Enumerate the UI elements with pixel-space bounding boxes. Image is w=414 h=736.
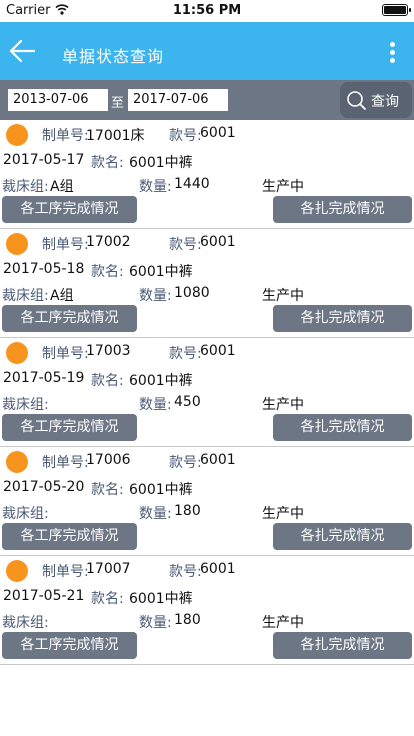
more-menu-icon[interactable] bbox=[390, 42, 396, 64]
style-number-label: 款号: bbox=[169, 346, 202, 362]
style-name: 6001中裤 bbox=[129, 482, 193, 498]
quantity: 450 bbox=[174, 394, 201, 410]
production-status: 生产中 bbox=[262, 179, 304, 195]
order-date: 2017-05-17 bbox=[3, 152, 85, 168]
process-completion-button[interactable]: 各工序完成情况 bbox=[2, 305, 137, 332]
style-name-label: 款名: bbox=[91, 264, 124, 280]
bundle-completion-button[interactable]: 各扎完成情况 bbox=[273, 305, 412, 332]
order-number-label: 制单号: bbox=[42, 564, 89, 580]
style-number: 6001 bbox=[200, 234, 236, 250]
bundle-completion-button[interactable]: 各扎完成情况 bbox=[273, 632, 412, 659]
style-number: 6001 bbox=[200, 452, 236, 468]
order-number: 17001床 bbox=[86, 128, 145, 144]
style-name-label: 款名: bbox=[91, 591, 124, 607]
order-record: 制单号: 17001床 款号: 6001 2017-05-17 款名: 6001… bbox=[0, 120, 414, 229]
production-status: 生产中 bbox=[262, 506, 304, 522]
start-date-input[interactable] bbox=[8, 89, 108, 111]
order-record: 制单号: 17003 款号: 6001 2017-05-19 款名: 6001中… bbox=[0, 338, 414, 447]
cutting-group: A组 bbox=[50, 179, 74, 195]
navigation-bar: 单据状态查询 bbox=[0, 22, 414, 80]
order-number: 17002 bbox=[86, 234, 131, 250]
style-name: 6001中裤 bbox=[129, 591, 193, 607]
order-list: 制单号: 17001床 款号: 6001 2017-05-17 款名: 6001… bbox=[0, 120, 414, 665]
style-name-label: 款名: bbox=[91, 155, 124, 171]
end-date-input[interactable] bbox=[128, 89, 228, 111]
process-completion-button[interactable]: 各工序完成情况 bbox=[2, 523, 137, 550]
quantity: 1080 bbox=[174, 285, 210, 301]
quantity: 180 bbox=[174, 612, 201, 628]
quantity: 1440 bbox=[174, 176, 210, 192]
style-number: 6001 bbox=[200, 343, 236, 359]
order-date: 2017-05-18 bbox=[3, 261, 85, 277]
order-record: 制单号: 17007 款号: 6001 2017-05-21 款名: 6001中… bbox=[0, 556, 414, 665]
order-record: 制单号: 17002 款号: 6001 2017-05-18 款名: 6001中… bbox=[0, 229, 414, 338]
style-number: 6001 bbox=[200, 125, 236, 141]
status-dot-icon bbox=[6, 233, 28, 255]
quantity-label: 数量: bbox=[139, 288, 172, 304]
process-completion-button[interactable]: 各工序完成情况 bbox=[2, 632, 137, 659]
cutting-group: A组 bbox=[50, 288, 74, 304]
status-dot-icon bbox=[6, 124, 28, 146]
cutting-group-label: 裁床组: bbox=[2, 179, 49, 195]
order-number: 17006 bbox=[86, 452, 131, 468]
quantity: 180 bbox=[174, 503, 201, 519]
style-name: 6001中裤 bbox=[129, 155, 193, 171]
status-dot-icon bbox=[6, 451, 28, 473]
clock: 11:56 PM bbox=[172, 3, 242, 18]
bundle-completion-button[interactable]: 各扎完成情况 bbox=[273, 196, 412, 223]
order-number-label: 制单号: bbox=[42, 455, 89, 471]
style-number-label: 款号: bbox=[169, 564, 202, 580]
style-number: 6001 bbox=[200, 561, 236, 577]
status-dot-icon bbox=[6, 560, 28, 582]
quantity-label: 数量: bbox=[139, 397, 172, 413]
quantity-label: 数量: bbox=[139, 615, 172, 631]
date-range-separator: 至 bbox=[111, 96, 125, 111]
page-title: 单据状态查询 bbox=[62, 47, 165, 66]
style-number-label: 款号: bbox=[169, 128, 202, 144]
order-number-label: 制单号: bbox=[42, 346, 89, 362]
style-name: 6001中裤 bbox=[129, 264, 193, 280]
cutting-group-label: 裁床组: bbox=[2, 397, 49, 413]
quantity-label: 数量: bbox=[139, 506, 172, 522]
order-number: 17007 bbox=[86, 561, 131, 577]
style-name-label: 款名: bbox=[91, 482, 124, 498]
back-arrow-icon[interactable] bbox=[8, 38, 36, 64]
style-name: 6001中裤 bbox=[129, 373, 193, 389]
style-name-label: 款名: bbox=[91, 373, 124, 389]
order-date: 2017-05-19 bbox=[3, 370, 85, 386]
order-number: 17003 bbox=[86, 343, 131, 359]
status-bar: Carrier 11:56 PM bbox=[0, 0, 414, 22]
date-search-bar: 至 查询 bbox=[0, 80, 414, 120]
search-button[interactable]: 查询 bbox=[340, 82, 412, 118]
process-completion-button[interactable]: 各工序完成情况 bbox=[2, 196, 137, 223]
order-record: 制单号: 17006 款号: 6001 2017-05-20 款名: 6001中… bbox=[0, 447, 414, 556]
order-date: 2017-05-21 bbox=[3, 588, 85, 604]
production-status: 生产中 bbox=[262, 397, 304, 413]
order-number-label: 制单号: bbox=[42, 237, 89, 253]
quantity-label: 数量: bbox=[139, 179, 172, 195]
production-status: 生产中 bbox=[262, 615, 304, 631]
process-completion-button[interactable]: 各工序完成情况 bbox=[2, 414, 137, 441]
battery-icon bbox=[382, 4, 411, 16]
order-number-label: 制单号: bbox=[42, 128, 89, 144]
production-status: 生产中 bbox=[262, 288, 304, 304]
cutting-group-label: 裁床组: bbox=[2, 506, 49, 522]
style-number-label: 款号: bbox=[169, 455, 202, 471]
search-icon bbox=[347, 91, 366, 110]
order-date: 2017-05-20 bbox=[3, 479, 85, 495]
bundle-completion-button[interactable]: 各扎完成情况 bbox=[273, 414, 412, 441]
style-number-label: 款号: bbox=[169, 237, 202, 253]
search-button-label: 查询 bbox=[371, 94, 399, 110]
cutting-group-label: 裁床组: bbox=[2, 288, 49, 304]
bundle-completion-button[interactable]: 各扎完成情况 bbox=[273, 523, 412, 550]
status-dot-icon bbox=[6, 342, 28, 364]
cutting-group-label: 裁床组: bbox=[2, 615, 49, 631]
